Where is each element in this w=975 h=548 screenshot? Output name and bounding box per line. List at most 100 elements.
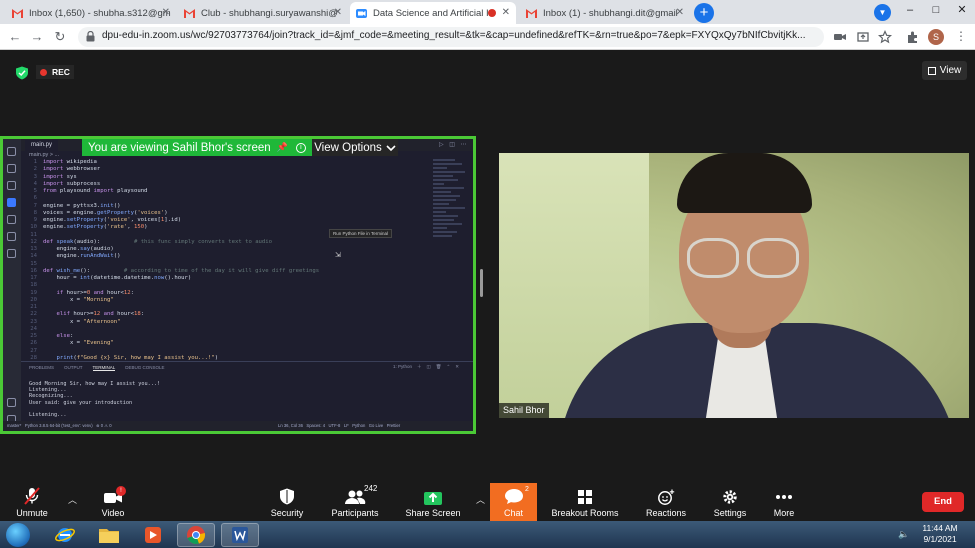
code-line[interactable]: 22 elif hour>=12 and hour<18:	[21, 311, 431, 318]
code-line[interactable]: 24	[21, 326, 431, 333]
end-meeting-button[interactable]: End	[922, 492, 964, 512]
profile-avatar[interactable]: S	[928, 29, 944, 45]
run-debug-icon[interactable]	[7, 198, 16, 207]
account-icon[interactable]	[7, 398, 16, 407]
code-line[interactable]: 27	[21, 348, 431, 355]
code-line[interactable]: 16 def wish_me(): # according to time of …	[21, 268, 431, 275]
browser-tab-zoom[interactable]: Data Science and Artificial In ✕	[350, 2, 516, 24]
code-line[interactable]: 26 x = "Evening"	[21, 340, 431, 347]
audio-options-chevron-icon[interactable]: ︿	[68, 493, 77, 506]
editor-tab-main-py[interactable]: main.py	[25, 140, 59, 151]
add-terminal-icon[interactable]: ＋	[417, 364, 422, 370]
unmute-button[interactable]: Unmute	[8, 483, 56, 521]
code-line[interactable]: 13 engine.say(audio)	[21, 246, 431, 253]
code-line[interactable]: 4 import subprocess	[21, 181, 431, 188]
panel-tab-problems[interactable]: PROBLEMS	[29, 365, 54, 371]
code-line[interactable]: 9 engine.setProperty('voice', voices[1].i…	[21, 217, 431, 224]
participants-button[interactable]: 242 Participants	[328, 483, 382, 521]
breakout-rooms-button[interactable]: Breakout Rooms	[550, 483, 620, 521]
testing-icon[interactable]	[7, 249, 16, 258]
browser-menu-icon[interactable]: ⋮	[955, 29, 967, 43]
run-file-icon[interactable]: ▷ ◫ ⋯	[439, 141, 469, 148]
internet-explorer-icon[interactable]	[46, 523, 84, 547]
forward-arrow-icon[interactable]: →	[28, 28, 46, 46]
extensions-puzzle-icon[interactable]	[906, 30, 920, 44]
code-editor[interactable]: 1 import wikipedia 2 import webbrowser 3 impo…	[21, 159, 431, 369]
new-tab-button[interactable]: +	[694, 3, 714, 23]
taskbar-clock[interactable]: 11:44 AM 9/1/2021	[915, 523, 965, 545]
explorer-icon[interactable]	[7, 147, 16, 156]
back-arrow-icon[interactable]: ←	[6, 28, 24, 46]
close-tab-icon[interactable]: ✕	[676, 7, 684, 18]
source-control-icon[interactable]	[7, 181, 16, 190]
code-line[interactable]: 2 import webbrowser	[21, 166, 431, 173]
code-line[interactable]: 6	[21, 195, 431, 202]
code-line[interactable]: 8 voices = engine.getProperty('voices')	[21, 210, 431, 217]
code-line[interactable]: 5 from playsound import playsound	[21, 188, 431, 195]
shared-screen[interactable]: main.py ▷ ◫ ⋯ main.py > ... 1 import wiki…	[0, 136, 476, 434]
split-terminal-icon[interactable]: ◫	[427, 364, 431, 370]
status-right[interactable]: Ln 36, Col 36 Spaces: 4 UTF-8 LF Python …	[278, 423, 400, 428]
tab-search-icon[interactable]: ▼	[874, 4, 891, 21]
browser-tab-gmail-2[interactable]: Club - shubhangi.suryawanshi@ ✕	[178, 2, 348, 24]
split-view-divider-handle[interactable]	[480, 269, 483, 297]
maximize-button[interactable]: □	[922, 0, 950, 20]
recording-indicator[interactable]: REC	[36, 65, 74, 79]
reactions-button[interactable]: Reactions	[642, 483, 690, 521]
minimize-button[interactable]: –	[896, 0, 924, 20]
windows-start-icon[interactable]	[6, 523, 30, 547]
reload-icon[interactable]: ↻	[51, 28, 69, 46]
more-button[interactable]: More	[764, 483, 804, 521]
code-line[interactable]: 23 x = "Afternoon"	[21, 319, 431, 326]
minimap[interactable]	[433, 159, 469, 279]
code-line[interactable]: 7 engine = pyttsx3.init()	[21, 203, 431, 210]
terminal-panel[interactable]: PROBLEMS OUTPUT TERMINAL DEBUG CONSOLE 1…	[21, 361, 473, 421]
info-icon[interactable]: i	[295, 142, 306, 153]
address-bar[interactable]: dpu-edu-in.zoom.us/wc/92703773764/join?t…	[78, 27, 824, 47]
volume-icon[interactable]: 🔈	[898, 529, 909, 540]
close-tab-icon[interactable]: ✕	[334, 7, 342, 18]
status-left[interactable]: master* Python 3.8.5 64-bit ('test_env':…	[7, 423, 112, 428]
code-line[interactable]: 25 else:	[21, 333, 431, 340]
participant-video[interactable]: Sahil Bhor	[499, 153, 969, 418]
encryption-shield-icon[interactable]	[15, 66, 29, 80]
chat-button[interactable]: 2 Chat	[490, 483, 537, 521]
code-line[interactable]: 15	[21, 261, 431, 268]
view-options-button[interactable]: View Options	[312, 139, 398, 156]
pin-icon[interactable]: 📌	[277, 142, 288, 153]
code-line[interactable]: 1 import wikipedia	[21, 159, 431, 166]
chrome-taskbar-icon[interactable]	[177, 523, 215, 547]
security-button[interactable]: Security	[264, 483, 310, 521]
close-window-button[interactable]: ✕	[948, 0, 975, 20]
extensions-icon[interactable]	[7, 215, 16, 224]
remote-explorer-icon[interactable]	[7, 232, 16, 241]
browser-tab-gmail-1[interactable]: Inbox (1,650) - shubha.s312@gm ✕	[6, 2, 176, 24]
word-taskbar-icon[interactable]	[221, 523, 259, 547]
panel-tab-debug-console[interactable]: DEBUG CONSOLE	[125, 365, 164, 371]
share-options-chevron-icon[interactable]: ︿	[476, 493, 485, 506]
panel-tab-output[interactable]: OUTPUT	[64, 365, 83, 371]
code-line[interactable]: 3 import sys	[21, 174, 431, 181]
share-icon[interactable]	[856, 30, 870, 44]
close-tab-icon[interactable]: ✕	[162, 7, 170, 18]
code-line[interactable]: 19 if hour>=0 and hour<12:	[21, 290, 431, 297]
code-line[interactable]: 12 def speak(audio): # this func simply c…	[21, 239, 431, 246]
code-line[interactable]: 20 x = "Morning"	[21, 297, 431, 304]
panel-tab-terminal[interactable]: TERMINAL	[92, 365, 116, 371]
terminal-selector[interactable]: 1: Python	[393, 364, 412, 370]
code-line[interactable]: 21	[21, 304, 431, 311]
share-screen-button[interactable]: Share Screen	[402, 483, 464, 521]
search-icon[interactable]	[7, 164, 16, 173]
code-line[interactable]: 17 hour = int(datetime.datetime.now().ho…	[21, 275, 431, 282]
camera-icon[interactable]	[833, 30, 847, 44]
maximize-panel-icon[interactable]: ⌃	[447, 364, 451, 370]
media-player-icon[interactable]	[134, 523, 172, 547]
code-line[interactable]: 18	[21, 282, 431, 289]
video-button[interactable]: ! Video	[90, 483, 136, 521]
trash-icon[interactable]: 🗑	[436, 364, 442, 370]
browser-tab-gmail-3[interactable]: Inbox (1) - shubhangi.dit@gmail ✕	[520, 2, 690, 24]
file-explorer-icon[interactable]	[90, 523, 128, 547]
close-panel-icon[interactable]: ✕	[455, 364, 459, 370]
settings-button[interactable]: Settings	[708, 483, 752, 521]
view-button[interactable]: View	[922, 61, 967, 80]
